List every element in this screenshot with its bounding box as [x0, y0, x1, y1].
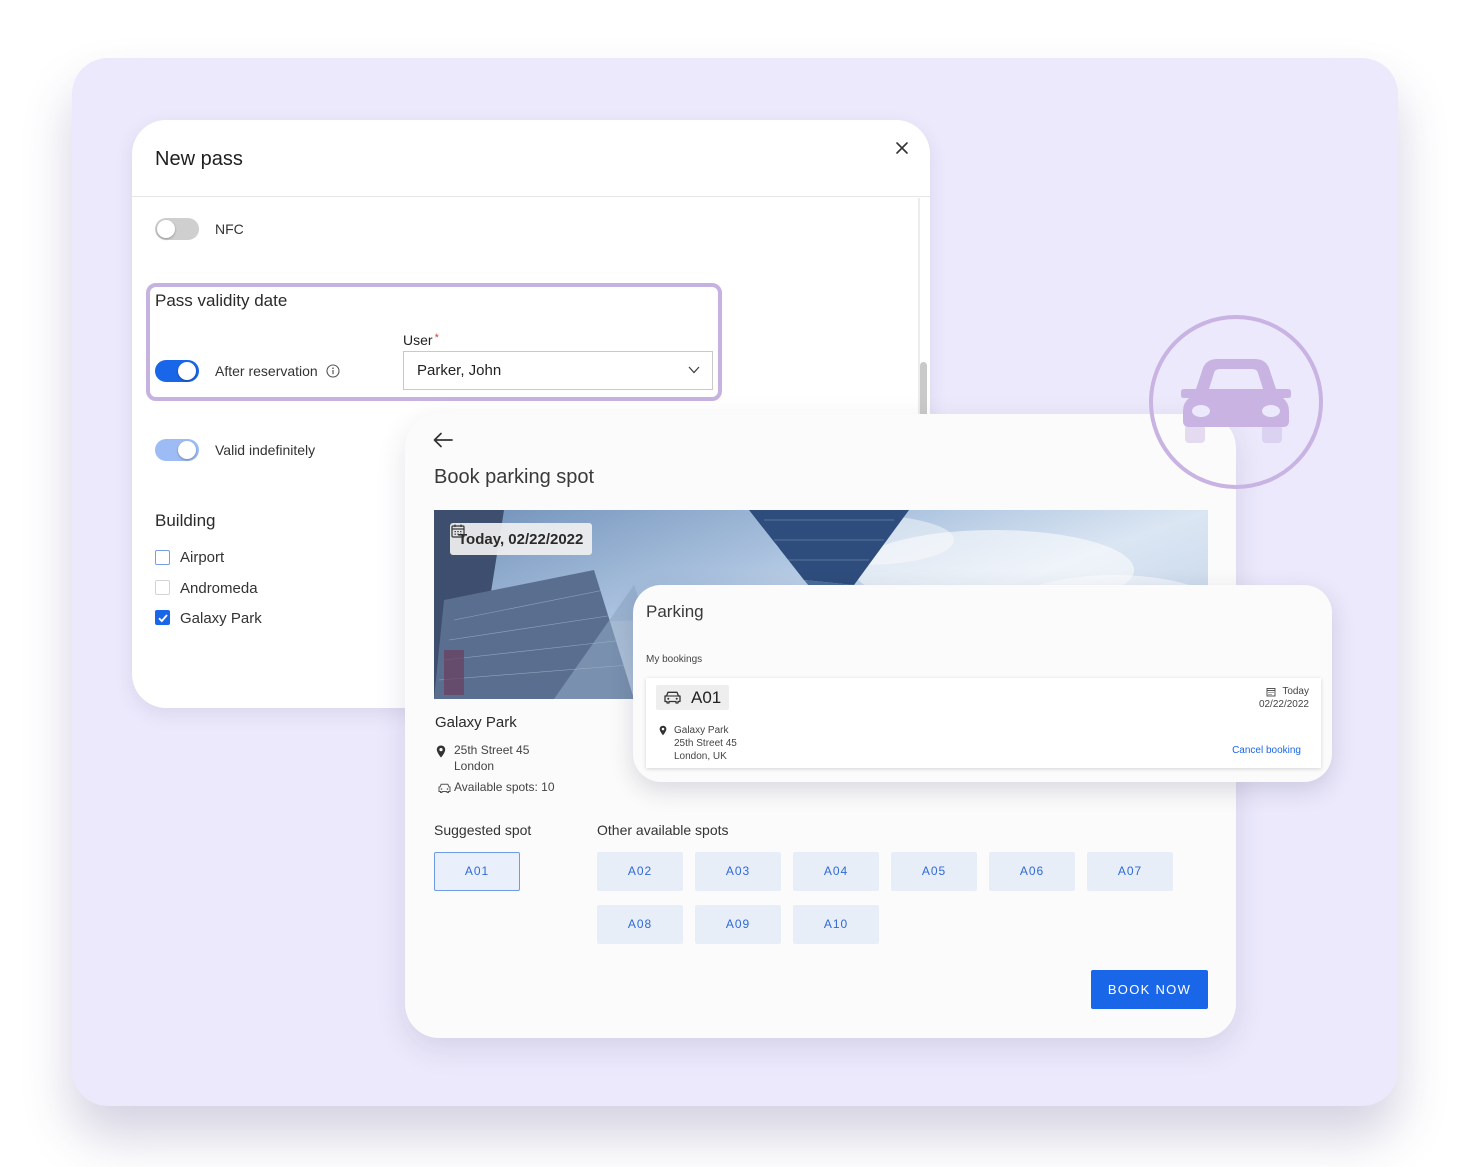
checkbox-label-galaxy-park: Galaxy Park [180, 610, 262, 627]
calendar-icon [1266, 687, 1276, 696]
after-reservation-toggle[interactable] [155, 360, 199, 382]
booking-spot-chip: A01 [656, 685, 730, 710]
spot-a01-suggested[interactable]: A01 [434, 852, 520, 891]
user-label-text: User [403, 332, 433, 348]
dialog-header: New pass [132, 120, 930, 197]
booking-date-value: 02/22/2022 [1258, 699, 1309, 710]
address-line-2: London [454, 759, 495, 773]
car-icon [664, 691, 681, 704]
booking-spot: A01 [691, 687, 722, 707]
booking-place-name: Galaxy Park [674, 725, 729, 736]
spot-a04[interactable]: A04 [793, 852, 879, 891]
book-now-button[interactable]: BOOK NOW [1091, 970, 1208, 1009]
spot-a05[interactable]: A05 [891, 852, 977, 891]
spot-a07[interactable]: A07 [1087, 852, 1173, 891]
nfc-toggle[interactable] [155, 218, 199, 240]
spot-a02[interactable]: A02 [597, 852, 683, 891]
booking-date: Today 02/22/2022 [1259, 685, 1309, 711]
booking-address-line-2: London, UK [674, 751, 727, 762]
user-select-value: Parker, John [417, 362, 502, 379]
after-reservation-text: After reservation [215, 363, 318, 379]
spot-a10[interactable]: A10 [793, 905, 879, 944]
pass-validity-title: Pass validity date [155, 291, 288, 310]
available-spots: Available spots: 10 [454, 780, 555, 794]
valid-indefinitely-toggle[interactable] [155, 439, 199, 461]
other-spots-label: Other available spots [597, 822, 729, 838]
checkbox-andromeda[interactable] [155, 580, 170, 595]
book-parking-title: Book parking spot [434, 466, 595, 488]
spot-a03[interactable]: A03 [695, 852, 781, 891]
parking-title: Parking [646, 602, 704, 621]
booking-address-line-1: 25th Street 45 [674, 738, 737, 749]
dialog-title: New pass [155, 148, 243, 170]
address-line-1: 25th Street 45 [454, 743, 530, 757]
spot-a08[interactable]: A08 [597, 905, 683, 944]
scrollbar-thumb[interactable] [920, 362, 927, 422]
spot-a06[interactable]: A06 [989, 852, 1075, 891]
date-chip[interactable]: Today, 02/22/2022 [450, 523, 593, 555]
checkbox-label-andromeda: Andromeda [180, 580, 258, 597]
checkbox-label-airport: Airport [180, 549, 225, 566]
chevron-down-icon [688, 366, 700, 374]
car-icon [438, 783, 451, 793]
checkbox-airport[interactable] [155, 550, 170, 565]
suggested-spot-label: Suggested spot [434, 822, 532, 838]
calendar-icon [451, 524, 465, 538]
location-name: Galaxy Park [435, 714, 517, 731]
info-icon[interactable] [326, 364, 340, 378]
booking-item[interactable]: A01 Today 02/22/2022 Galaxy Park 25th St… [646, 678, 1321, 768]
after-reservation-label: After reservation [215, 363, 340, 379]
user-select[interactable]: Parker, John [403, 351, 713, 390]
booking-date-label: Today [1282, 686, 1309, 697]
my-bookings-label: My bookings [646, 654, 703, 665]
booking-address: Galaxy Park 25th Street 45 London, UK [674, 724, 737, 763]
back-arrow-icon[interactable] [433, 432, 453, 448]
spot-a09[interactable]: A09 [695, 905, 781, 944]
close-icon[interactable] [894, 140, 910, 156]
location-pin-icon [659, 725, 667, 736]
nfc-label: NFC [215, 221, 244, 237]
building-title: Building [155, 511, 216, 530]
parking-card: Parking My bookings A01 Today 02/22/2022… [633, 585, 1332, 782]
cancel-booking-link[interactable]: Cancel booking [1232, 745, 1301, 756]
car-icon [1181, 359, 1291, 443]
user-field-label: User * [403, 332, 439, 348]
car-badge [1149, 315, 1323, 489]
location-address: 25th Street 45 London [454, 742, 529, 774]
required-mark: * [434, 332, 439, 344]
check-icon [158, 614, 168, 623]
valid-indefinitely-label: Valid indefinitely [215, 442, 316, 458]
date-chip-text: Today, 02/22/2022 [458, 530, 584, 548]
checkbox-galaxy-park[interactable] [155, 610, 170, 625]
location-pin-icon [436, 745, 446, 758]
